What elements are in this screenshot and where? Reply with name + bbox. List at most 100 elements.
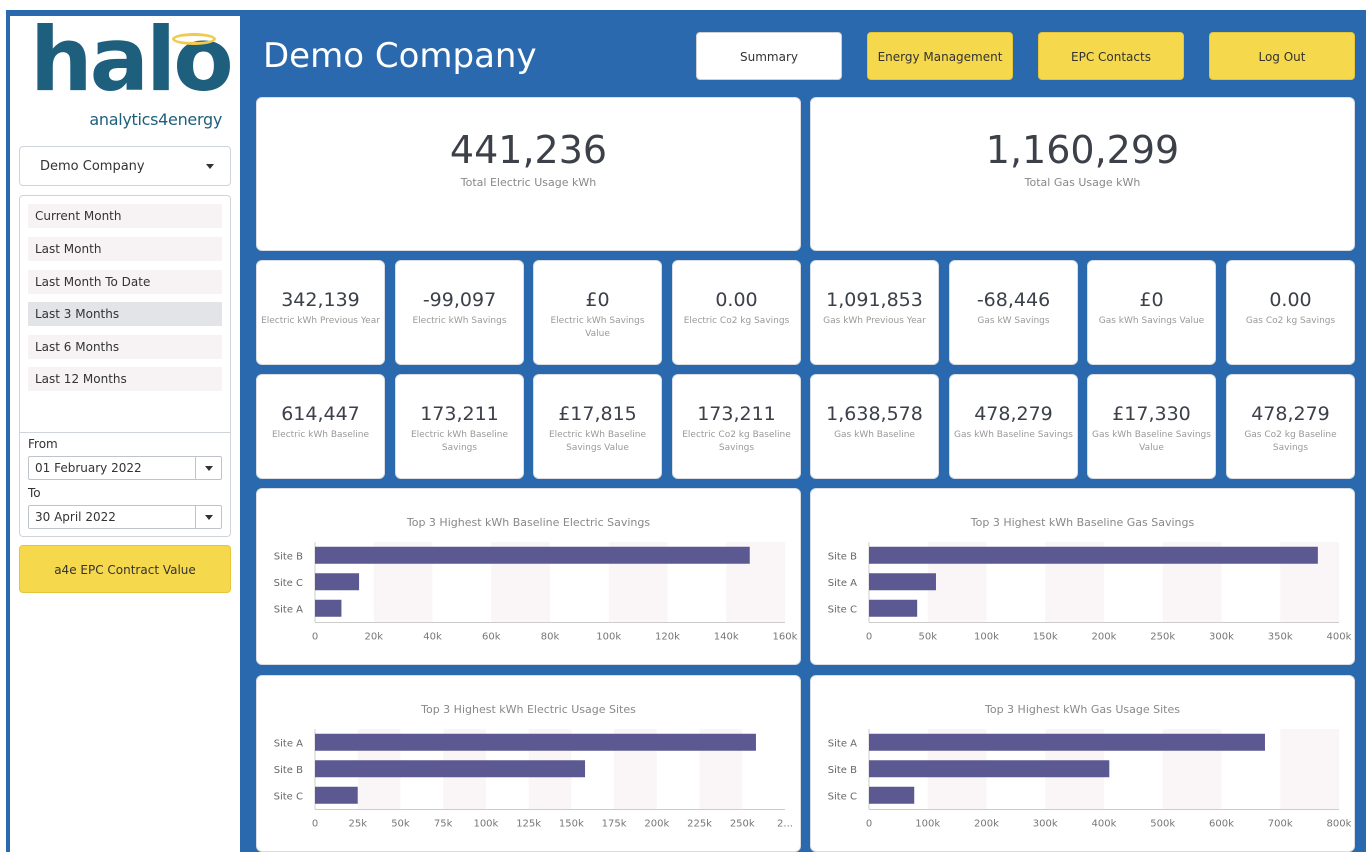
x-tick-label: 20k <box>364 632 383 643</box>
kpi-card: 478,279 Gas kWh Baseline Savings <box>949 374 1078 479</box>
period-last-month-to-date[interactable]: Last Month To Date <box>28 270 222 294</box>
x-tick-label: 400k <box>1327 632 1352 643</box>
x-tick-label: 25k <box>348 819 367 830</box>
category-label: Site C <box>828 791 857 802</box>
x-tick-label: 250k <box>730 819 755 830</box>
kpi-card: 478,279 Gas Co2 kg Baseline Savings <box>1226 374 1355 479</box>
period-last-month[interactable]: Last Month <box>28 237 222 261</box>
kpi-label: Electric kWh Previous Year <box>261 316 380 326</box>
x-tick-label: 100k <box>915 819 940 830</box>
chart-card-electric-baseline: Top 3 Highest kWh Baseline Electric Savi… <box>256 488 801 665</box>
chevron-down-icon <box>206 164 214 169</box>
bar-site-b <box>869 760 1110 778</box>
kpi-label: Electric kWh Baseline Savings <box>410 430 509 453</box>
kpi-card: 1,638,578 Gas kWh Baseline <box>810 374 939 479</box>
x-tick-label: 600k <box>1209 819 1234 830</box>
kpi-card: 1,091,853 Gas kWh Previous Year <box>810 260 939 365</box>
kpi-value: 173,211 <box>697 403 776 425</box>
category-label: Site A <box>828 578 857 589</box>
category-label: Site B <box>274 551 303 562</box>
kpi-value: 478,279 <box>1251 403 1330 425</box>
bar-site-a <box>869 573 936 591</box>
category-label: Site B <box>828 765 857 776</box>
period-last-3-months[interactable]: Last 3 Months <box>28 302 222 326</box>
period-last-6-months[interactable]: Last 6 Months <box>28 335 222 359</box>
x-tick-label: 100k <box>974 632 999 643</box>
x-tick-label: 80k <box>541 632 560 643</box>
x-tick-label: 200k <box>1092 632 1117 643</box>
from-date-input[interactable]: 01 February 2022 <box>28 456 222 480</box>
period-current-month[interactable]: Current Month <box>28 204 222 228</box>
x-tick-label: 0 <box>866 632 872 643</box>
chart-card-electric-usage: Top 3 Highest kWh Electric Usage Sites 0… <box>256 675 801 852</box>
x-tick-label: 125k <box>516 819 541 830</box>
x-tick-label: 140k <box>714 632 739 643</box>
kpi-card: 173,211 Electric Co2 kg Baseline Savings <box>672 374 801 479</box>
epc-contacts-button[interactable]: EPC Contacts <box>1038 32 1184 80</box>
x-tick-label: 400k <box>1092 819 1117 830</box>
epc-contract-value-button[interactable]: a4e EPC Contract Value <box>19 545 231 593</box>
bar-site-c <box>315 573 360 591</box>
kpi-value: £17,330 <box>1112 403 1191 425</box>
logo-word: halo <box>30 8 234 111</box>
x-tick-label: 50k <box>918 632 937 643</box>
x-tick-label: 350k <box>1268 632 1293 643</box>
halo-logo: halo analytics4energy <box>22 16 234 130</box>
from-date-value: 01 February 2022 <box>35 461 142 475</box>
bar-site-c <box>869 599 918 617</box>
category-label: Site B <box>828 551 857 562</box>
to-date-input[interactable]: 30 April 2022 <box>28 505 222 529</box>
company-select[interactable]: Demo Company <box>19 146 231 186</box>
kpi-card: 0.00 Gas Co2 kg Savings <box>1226 260 1355 365</box>
total-electric-value: 441,236 <box>449 128 608 172</box>
x-tick-label: 300k <box>1209 632 1234 643</box>
kpi-value: 1,091,853 <box>826 289 923 311</box>
kpi-label: Gas kW Savings <box>977 316 1050 326</box>
page-title: Demo Company <box>263 36 537 76</box>
period-last-12-months[interactable]: Last 12 Months <box>28 367 222 391</box>
halo-ring-icon <box>172 33 216 45</box>
kpi-label: Electric kWh Savings <box>412 316 507 326</box>
x-tick-label: 500k <box>1150 819 1175 830</box>
from-label: From <box>28 437 58 451</box>
kpi-value: 614,447 <box>281 403 360 425</box>
kpi-card: £0 Gas kWh Savings Value <box>1087 260 1216 365</box>
kpi-label: Electric Co2 kg Baseline Savings <box>682 430 791 453</box>
total-electric-label: Total Electric Usage kWh <box>460 176 597 189</box>
x-tick-label: 0 <box>312 632 318 643</box>
from-date-dropdown-icon[interactable] <box>195 457 221 479</box>
total-gas-card: 1,160,299 Total Gas Usage kWh <box>810 97 1355 251</box>
total-electric-card: 441,236 Total Electric Usage kWh <box>256 97 801 251</box>
kpi-label: Electric kWh Baseline Savings Value <box>548 430 647 453</box>
chart-electric-usage-sites: 0 25k 50k 75k 100k 125k 150k 175k 200k 225k 250k 2.… <box>274 729 793 830</box>
x-tick-label: 0 <box>866 819 872 830</box>
chart-card-gas-usage: Top 3 Highest kWh Gas Usage Sites 0 100k 2… <box>810 675 1355 852</box>
kpi-value: -99,097 <box>422 289 497 311</box>
kpi-value: £17,815 <box>558 403 637 425</box>
x-tick-label: 200k <box>644 819 669 830</box>
x-tick-label: 300k <box>1033 819 1058 830</box>
category-label: Site C <box>274 578 303 589</box>
kpi-label: Gas kWh Baseline <box>834 430 915 440</box>
x-tick-label: 40k <box>423 632 442 643</box>
kpi-value: 173,211 <box>420 403 499 425</box>
kpi-value: £0 <box>585 289 610 311</box>
kpi-label: Gas kWh Baseline Savings Value <box>1092 430 1211 453</box>
x-tick-label: 50k <box>391 819 410 830</box>
log-out-button[interactable]: Log Out <box>1209 32 1355 80</box>
kpi-card: 614,447 Electric kWh Baseline <box>256 374 385 479</box>
x-tick-label: 100k <box>596 632 621 643</box>
to-date-dropdown-icon[interactable] <box>195 506 221 528</box>
energy-management-button[interactable]: Energy Management <box>867 32 1013 80</box>
kpi-card: £0 Electric kWh Savings Value <box>533 260 662 365</box>
grid-band <box>1280 729 1339 810</box>
x-tick-label: 0 <box>312 819 318 830</box>
chart-electric-baseline-savings: 0 20k 40k 60k 80k 100k 120k 140k 160k Site B Site … <box>274 542 798 643</box>
bar-site-a <box>315 733 756 751</box>
x-tick-label: 800k <box>1327 819 1352 830</box>
kpi-card: -68,446 Gas kW Savings <box>949 260 1078 365</box>
summary-button[interactable]: Summary <box>696 32 842 80</box>
kpi-value: £0 <box>1139 289 1164 311</box>
kpi-card: £17,815 Electric kWh Baseline Savings Val… <box>533 374 662 479</box>
x-tick-label: 150k <box>559 819 584 830</box>
